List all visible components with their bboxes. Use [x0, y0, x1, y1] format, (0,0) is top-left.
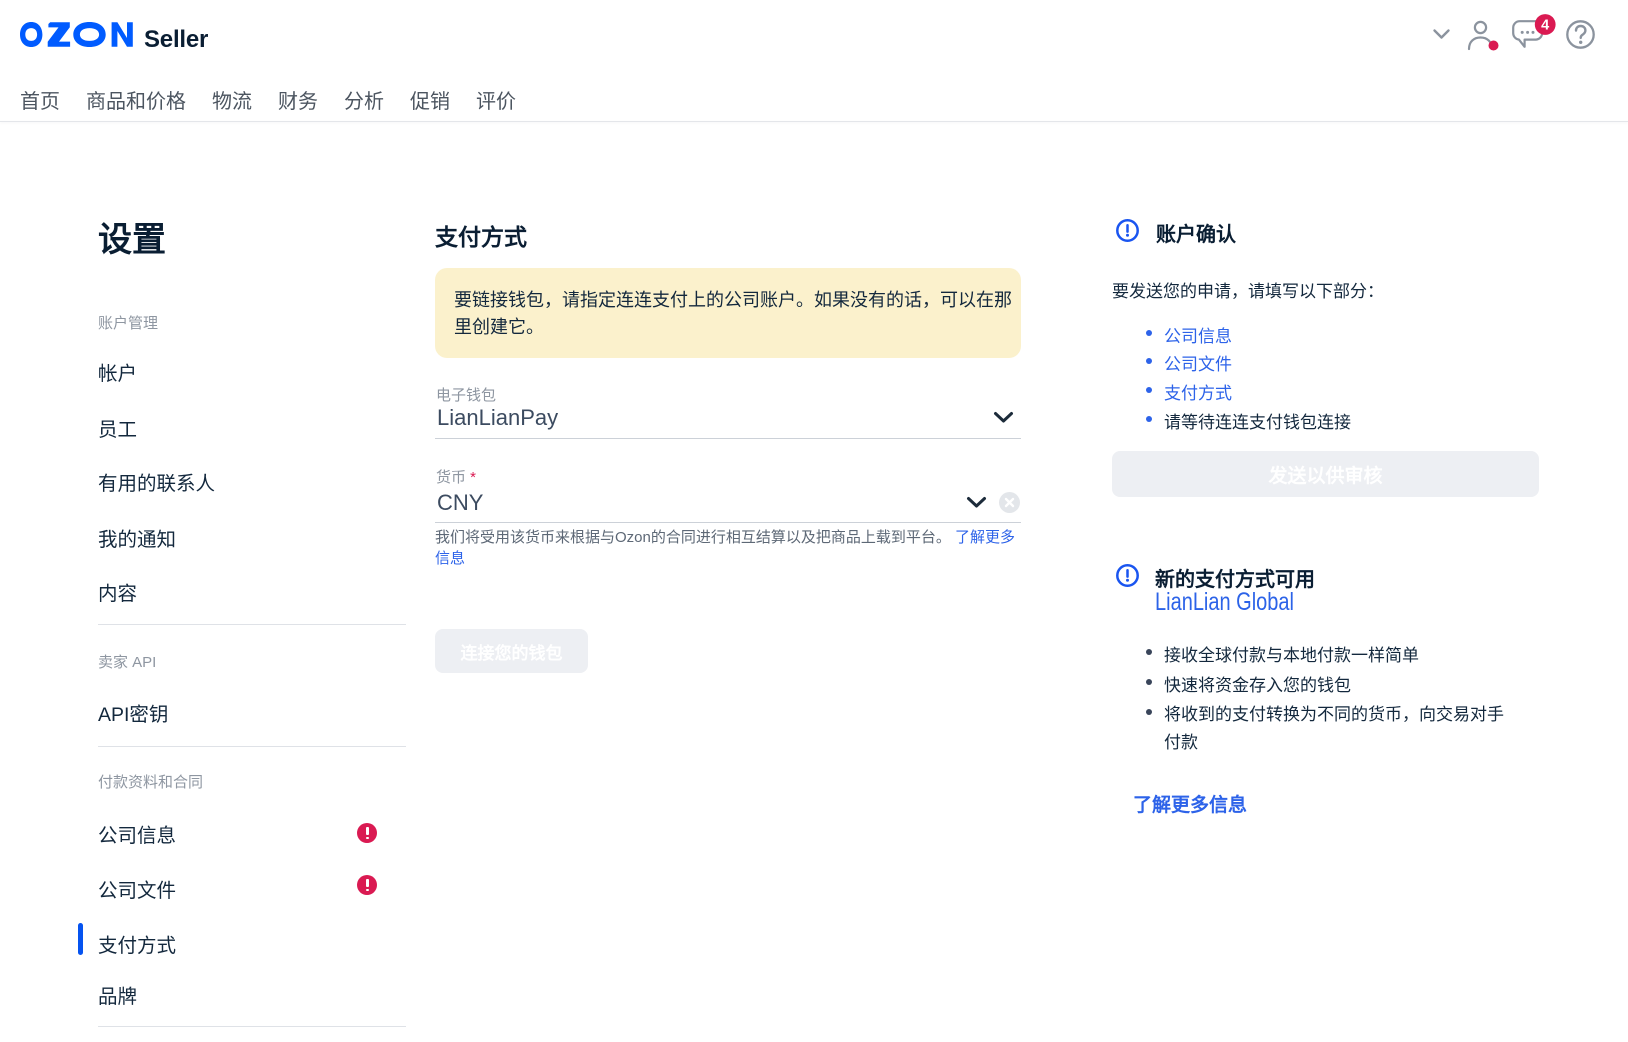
svg-text:4: 4 [1541, 17, 1549, 33]
